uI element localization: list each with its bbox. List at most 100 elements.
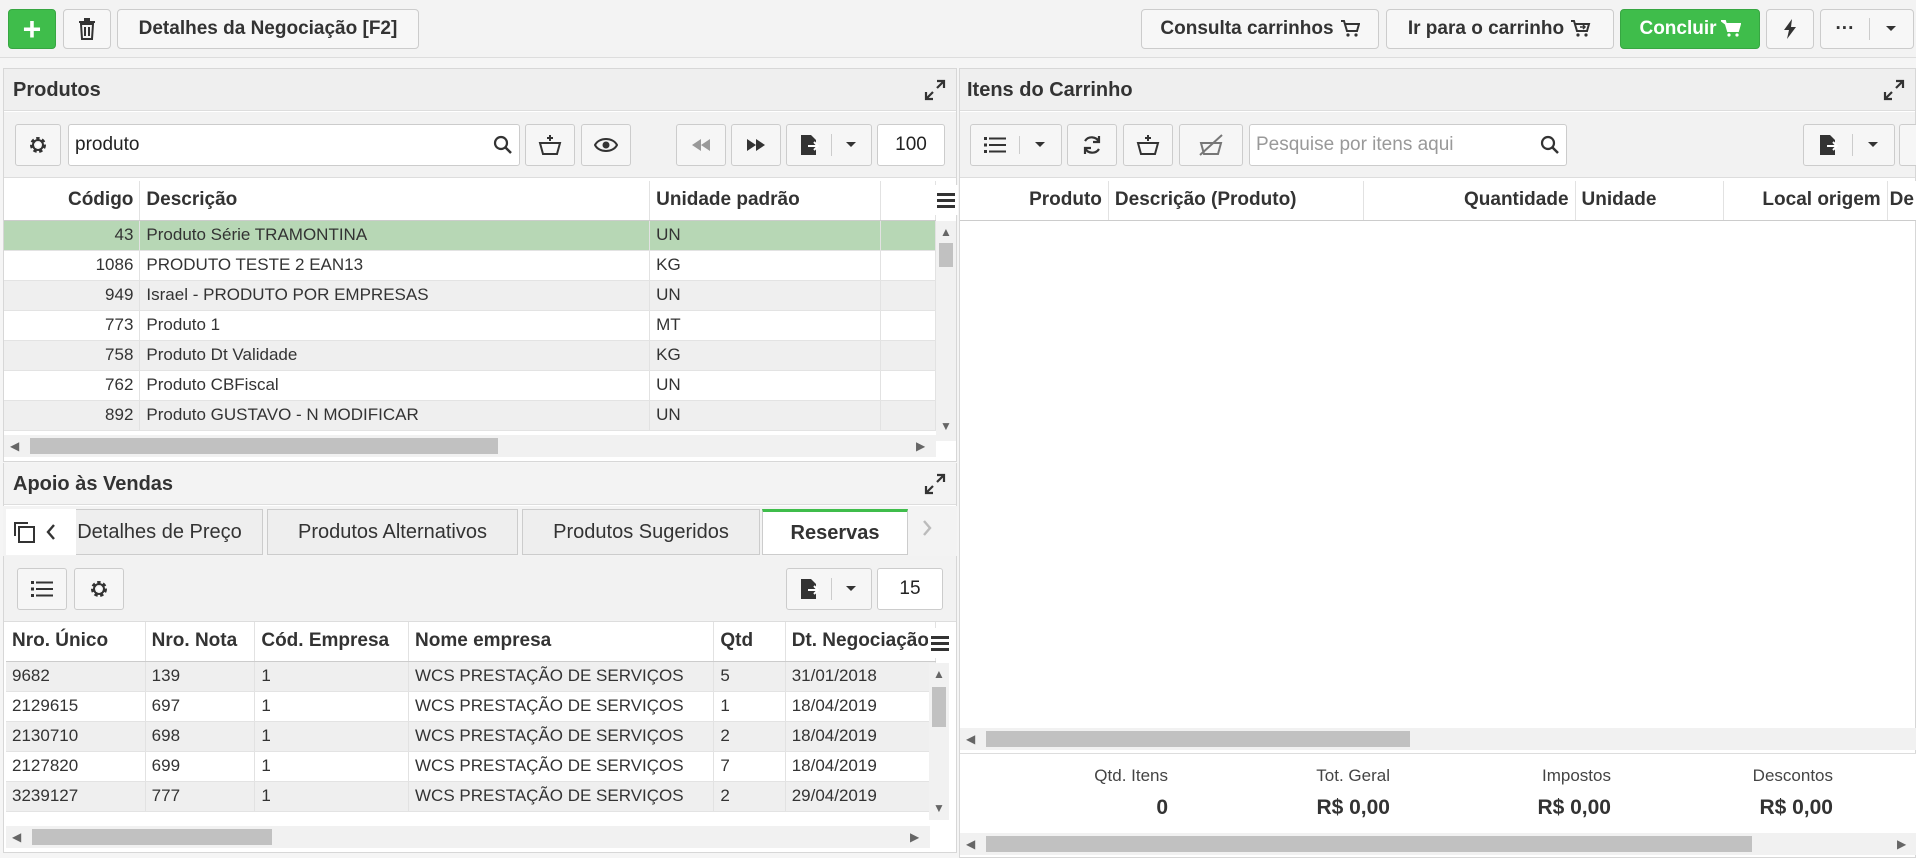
cell-data: 18/04/2019 (785, 691, 937, 722)
add-to-cart-button[interactable] (1123, 124, 1173, 166)
more-actions-button[interactable]: ··· (1820, 9, 1914, 49)
delete-button[interactable] (63, 9, 111, 49)
table-row[interactable]: 949 Israel - PRODUTO POR EMPRESAS UN (4, 280, 936, 311)
list-view-button[interactable] (17, 568, 67, 610)
search-icon[interactable] (493, 135, 513, 155)
produtos-header: Produtos (4, 69, 956, 111)
carrinho-title: Itens do Carrinho (967, 79, 1133, 101)
overflow-button[interactable] (1899, 124, 1916, 166)
quick-action-button[interactable] (1766, 9, 1814, 49)
column-header-unidade[interactable]: Unidade (1575, 181, 1724, 221)
scroll-left-arrow[interactable]: ◀ (966, 732, 975, 746)
tab-label: Produtos Sugeridos (553, 520, 729, 543)
scroll-thumb[interactable] (939, 243, 953, 267)
page-size-input[interactable]: 15 (877, 568, 943, 610)
carrinho-search-input[interactable]: Pesquise por itens aqui (1249, 124, 1567, 166)
scroll-down-arrow[interactable]: ▼ (933, 801, 945, 815)
scroll-thumb[interactable] (32, 829, 272, 845)
column-header-descricao-produto[interactable]: Descrição (Produto) (1108, 181, 1365, 221)
previous-page-button[interactable] (676, 124, 726, 166)
scroll-left-arrow[interactable]: ◀ (12, 830, 21, 844)
scroll-thumb[interactable] (986, 731, 1410, 747)
expand-icon[interactable] (1883, 79, 1905, 101)
list-view-button[interactable] (970, 124, 1062, 166)
table-row[interactable]: 762 Produto CBFiscal UN (4, 370, 936, 401)
next-page-button[interactable] (731, 124, 781, 166)
scroll-thumb[interactable] (986, 836, 1752, 852)
column-header-qtd[interactable]: Qtd (713, 622, 786, 662)
scroll-up-arrow[interactable]: ▲ (933, 667, 945, 681)
tab-produtos-sugeridos[interactable]: Produtos Sugeridos (522, 509, 760, 555)
scroll-right-arrow[interactable]: ▶ (1897, 837, 1906, 851)
table-row[interactable]: 43 Produto Série TRAMONTINA UN (4, 220, 936, 251)
scroll-thumb[interactable] (932, 687, 946, 727)
column-header-produto[interactable]: Produto (960, 181, 1109, 221)
tab-reservas[interactable]: Reservas (762, 509, 908, 555)
expand-icon[interactable] (924, 79, 946, 101)
column-header-codigo[interactable]: Código (4, 181, 141, 221)
consulta-carrinhos-button[interactable]: Consulta carrinhos (1141, 9, 1379, 49)
column-header-local-origem[interactable]: Local origem (1723, 181, 1888, 221)
details-button[interactable]: Detalhes da Negociação [F2] (117, 9, 419, 49)
carrinho-horizontal-scrollbar[interactable]: ◀ (960, 728, 1916, 750)
column-header-nome-empresa[interactable]: Nome empresa (408, 622, 715, 662)
export-button[interactable] (1803, 124, 1895, 166)
clear-cart-button[interactable] (1179, 124, 1243, 166)
column-header-unidade[interactable]: Unidade padrão (649, 181, 882, 221)
settings-button[interactable] (15, 124, 61, 166)
produto-search-input[interactable]: produto (68, 124, 520, 166)
column-header-nro-unico[interactable]: Nro. Único (6, 622, 146, 662)
chevron-right-icon[interactable] (922, 520, 932, 536)
expand-icon[interactable] (924, 473, 946, 495)
table-row[interactable]: 758 Produto Dt Validade KG (4, 340, 936, 371)
column-header-quantidade[interactable]: Quantidade (1363, 181, 1576, 221)
tab-detalhes-preco[interactable]: Detalhes de Preço (56, 509, 263, 555)
scroll-down-arrow[interactable]: ▼ (940, 419, 952, 433)
column-menu-icon[interactable] (934, 185, 958, 215)
column-header-nro-nota[interactable]: Nro. Nota (145, 622, 256, 662)
table-row[interactable]: 2129615 697 1 WCS PRESTAÇÃO DE SERVIÇOS 1 18/… (6, 691, 937, 722)
add-button[interactable]: + (8, 9, 56, 49)
scroll-thumb[interactable] (30, 438, 498, 454)
settings-button[interactable] (74, 568, 124, 610)
list-icon (971, 136, 1020, 154)
search-icon[interactable] (1540, 135, 1560, 155)
scroll-right-arrow[interactable]: ▶ (916, 439, 925, 453)
column-menu-icon[interactable] (928, 628, 952, 658)
ir-carrinho-button[interactable]: Ir para o carrinho (1386, 9, 1614, 49)
carrinho-footer-scrollbar[interactable]: ◀ ▶ (960, 833, 1916, 855)
table-row[interactable]: 9682 139 1 WCS PRESTAÇÃO DE SERVIÇOS 5 31/01/… (6, 661, 937, 692)
table-row[interactable]: 892 Produto GUSTAVO - N MODIFICAR UN (4, 400, 936, 431)
scroll-left-arrow[interactable]: ◀ (966, 837, 975, 851)
view-button[interactable] (581, 124, 631, 166)
scroll-right-arrow[interactable]: ▶ (910, 830, 919, 844)
column-header-de[interactable]: De (1887, 181, 1916, 221)
table-row[interactable]: 2130710 698 1 WCS PRESTAÇÃO DE SERVIÇOS 2 18/… (6, 721, 937, 752)
table-row[interactable]: 3239127 777 1 WCS PRESTAÇÃO DE SERVIÇOS 2 29/… (6, 781, 937, 812)
cell-blank (880, 250, 936, 281)
column-header-descricao[interactable]: Descrição (139, 181, 651, 221)
tab-produtos-alternativos[interactable]: Produtos Alternativos (267, 509, 518, 555)
produtos-horizontal-scrollbar[interactable]: ◀ ▶ (4, 435, 936, 457)
produtos-vertical-scrollbar[interactable]: ▲ ▼ (936, 221, 956, 441)
produto-search-value: produto (75, 134, 140, 155)
scroll-up-arrow[interactable]: ▲ (940, 225, 952, 239)
table-row[interactable]: 1086 PRODUTO TESTE 2 EAN13 KG (4, 250, 936, 281)
tabs-copy-button[interactable] (6, 509, 76, 555)
column-header-cod-empresa[interactable]: Cód. Empresa (254, 622, 410, 662)
reservas-vertical-scrollbar[interactable]: ▲ ▼ (929, 663, 949, 820)
add-to-cart-button[interactable] (525, 124, 575, 166)
concluir-button[interactable]: Concluir (1620, 9, 1760, 49)
table-row[interactable]: 773 Produto 1 MT (4, 310, 936, 341)
refresh-button[interactable] (1067, 124, 1117, 166)
scroll-left-arrow[interactable]: ◀ (10, 439, 19, 453)
column-header-dt-negociacao[interactable]: Dt. Negociação (785, 622, 937, 662)
chevron-left-icon[interactable] (46, 524, 56, 540)
export-button[interactable] (786, 568, 872, 610)
cell-nota: 139 (145, 661, 256, 692)
total-value-descontos: R$ 0,00 (1759, 796, 1833, 819)
reservas-horizontal-scrollbar[interactable]: ◀ ▶ (6, 826, 930, 848)
table-row[interactable]: 2127820 699 1 WCS PRESTAÇÃO DE SERVIÇOS 7 18/… (6, 751, 937, 782)
export-button[interactable] (786, 124, 872, 166)
page-size-input[interactable]: 100 (877, 124, 945, 166)
